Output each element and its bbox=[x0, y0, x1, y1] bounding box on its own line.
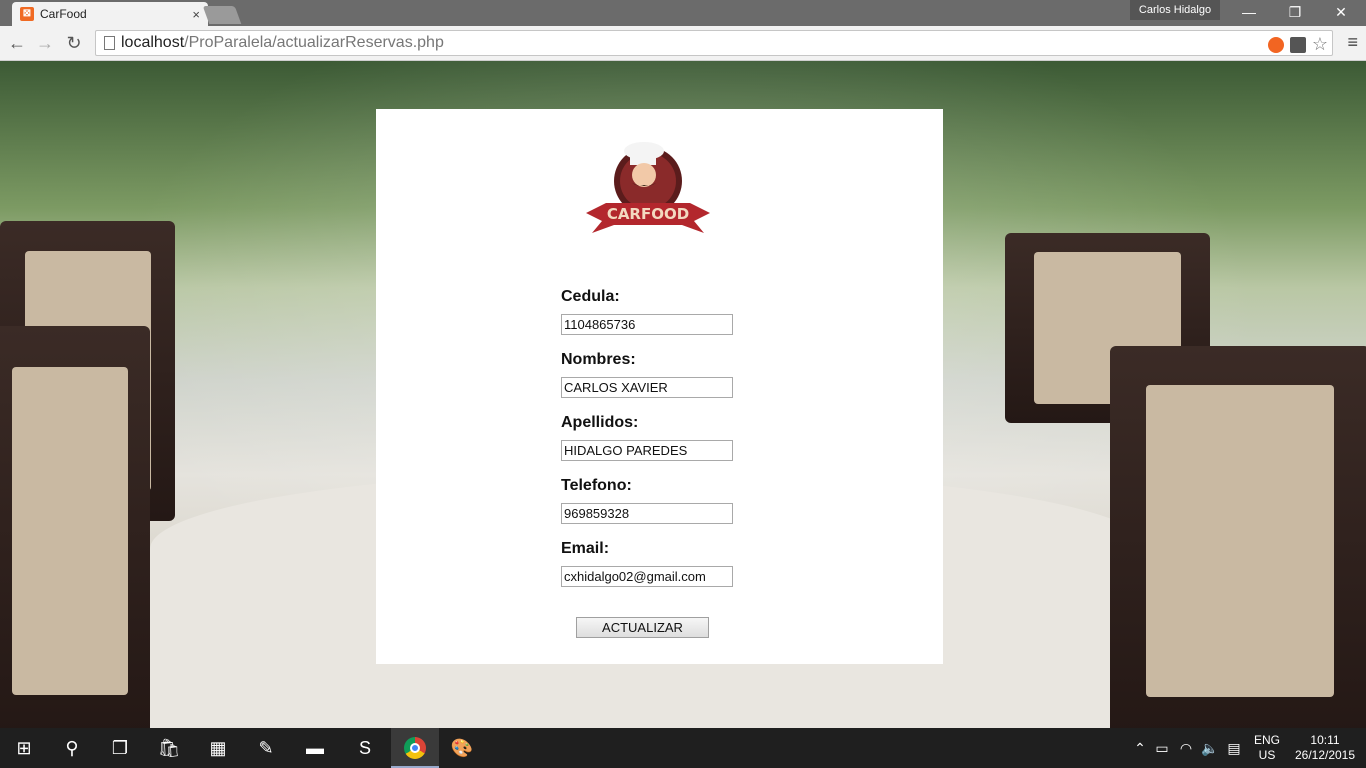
chrome-icon bbox=[404, 737, 426, 759]
control-panel-icon[interactable]: ▦ bbox=[206, 736, 230, 760]
translate-icon[interactable] bbox=[1289, 36, 1306, 53]
email-input[interactable] bbox=[561, 566, 733, 587]
tab-close-icon[interactable]: × bbox=[192, 7, 200, 22]
windows-taskbar: ⊞ ⚲ ❐ 🛍 ▦ ✎ ▬ S 🎨 ⌃ ▭ ◠ 🔈 ▤ ENG US 10:11… bbox=[0, 728, 1366, 768]
telefono-label: Telefono: bbox=[561, 477, 632, 494]
file-explorer-icon[interactable]: ▬ bbox=[303, 736, 327, 760]
cedula-input[interactable] bbox=[561, 314, 733, 335]
carfood-logo: CARFOOD bbox=[586, 142, 710, 233]
notifications-icon[interactable]: ▤ bbox=[1222, 736, 1246, 760]
input-language[interactable]: ENG US bbox=[1254, 733, 1280, 763]
bookmark-star-icon[interactable]: ☆ bbox=[1312, 34, 1328, 55]
cedula-label: Cedula: bbox=[561, 288, 620, 305]
chrome-taskbar-button[interactable] bbox=[391, 728, 439, 768]
sublime-text-icon[interactable]: S bbox=[353, 736, 377, 760]
page-background: CARFOOD Cedula: Nombres: Apellidos: Tele… bbox=[0, 61, 1366, 728]
page-icon bbox=[104, 36, 115, 50]
tab-title: CarFood bbox=[40, 7, 87, 21]
browser-toolbar: ← → ↻ localhost /ProParalela/actualizarR… bbox=[0, 26, 1366, 61]
battery-icon[interactable]: ▭ bbox=[1150, 736, 1174, 760]
clock-date: 26/12/2015 bbox=[1294, 748, 1356, 762]
paint-app-icon[interactable]: ✎ bbox=[254, 736, 278, 760]
reservation-form: Cedula: Nombres: Apellidos: Telefono: Em… bbox=[561, 287, 761, 602]
lang-code: ENG bbox=[1254, 733, 1281, 747]
extension-icon[interactable] bbox=[1267, 36, 1284, 53]
new-tab-button[interactable] bbox=[202, 6, 242, 24]
address-bar[interactable]: localhost /ProParalela/actualizarReserva… bbox=[95, 30, 1333, 56]
wifi-icon[interactable]: ◠ bbox=[1174, 736, 1198, 760]
background-chair bbox=[1110, 346, 1366, 728]
svg-text:CARFOOD: CARFOOD bbox=[607, 205, 689, 223]
apellidos-input[interactable] bbox=[561, 440, 733, 461]
email-label: Email: bbox=[561, 540, 610, 557]
background-chair bbox=[0, 326, 150, 728]
profile-name[interactable]: Carlos Hidalgo bbox=[1130, 0, 1220, 20]
browser-tab[interactable]: ⊠ CarFood × bbox=[12, 2, 208, 26]
task-view-icon[interactable]: ❐ bbox=[108, 736, 132, 760]
lang-region: US bbox=[1258, 748, 1276, 762]
url-host: localhost bbox=[121, 34, 185, 51]
back-button[interactable]: ← bbox=[6, 32, 28, 54]
omnibox-icons: ☆ bbox=[1267, 34, 1328, 55]
nombres-input[interactable] bbox=[561, 377, 733, 398]
show-hidden-icons-chevron-up-icon[interactable]: ⌃ bbox=[1128, 736, 1152, 760]
minimize-button[interactable]: — bbox=[1226, 2, 1272, 22]
search-icon[interactable]: ⚲ bbox=[60, 736, 84, 760]
store-icon[interactable]: 🛍 bbox=[157, 736, 181, 760]
reload-button[interactable]: ↻ bbox=[63, 32, 85, 54]
forward-button[interactable]: → bbox=[34, 32, 56, 54]
url-path: /ProParalela/actualizarReservas.php bbox=[184, 34, 444, 51]
clock[interactable]: 10:11 26/12/2015 bbox=[1290, 733, 1360, 763]
volume-icon[interactable]: 🔈 bbox=[1198, 736, 1222, 760]
clock-time: 10:11 bbox=[1310, 733, 1340, 747]
start-windows-icon[interactable]: ⊞ bbox=[12, 736, 36, 760]
apellidos-label: Apellidos: bbox=[561, 414, 639, 431]
close-window-button[interactable]: ✕ bbox=[1318, 2, 1364, 22]
actualizar-button[interactable]: ACTUALIZAR bbox=[576, 617, 709, 638]
restore-button[interactable]: ❐ bbox=[1272, 2, 1318, 22]
nombres-label: Nombres: bbox=[561, 351, 636, 368]
browser-titlebar: ⊠ CarFood × Carlos Hidalgo — ❐ ✕ bbox=[0, 0, 1366, 26]
paint-palette-icon[interactable]: 🎨 bbox=[450, 736, 474, 760]
chrome-menu-button[interactable]: ≡ bbox=[1347, 32, 1358, 53]
update-reservation-card: CARFOOD Cedula: Nombres: Apellidos: Tele… bbox=[376, 109, 943, 664]
xampp-favicon-icon: ⊠ bbox=[20, 7, 34, 21]
telefono-input[interactable] bbox=[561, 503, 733, 524]
